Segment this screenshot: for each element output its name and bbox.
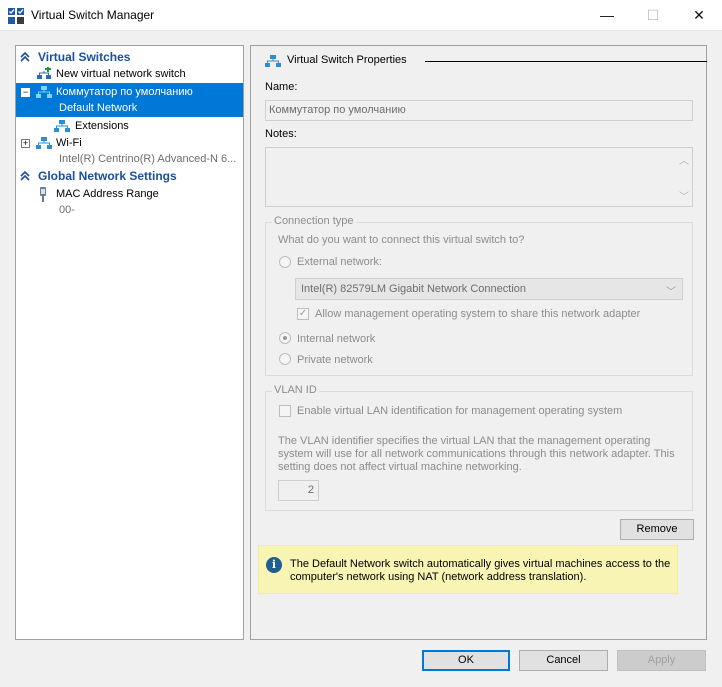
vlan-id-group: VLAN ID Enable virtual LAN identificatio… <box>265 384 693 511</box>
scroll-up-icon[interactable]: ︿ <box>679 152 689 167</box>
title-bar: Virtual Switch Manager — ☐ ✕ <box>0 0 722 31</box>
tree-item-new-switch[interactable]: New virtual network switch <box>16 65 243 83</box>
adapter-value: Intel(R) 82579LM Gigabit Network Connect… <box>301 283 527 295</box>
double-chevron-up-icon[interactable] <box>19 170 31 182</box>
notes-field[interactable]: ︿ ﹀ <box>265 147 693 207</box>
header-divider <box>425 61 707 62</box>
extensions-label: Extensions <box>75 120 129 132</box>
double-chevron-up-icon[interactable] <box>19 51 31 63</box>
vlan-id-field[interactable]: 2 <box>278 480 319 501</box>
section-header-virtual-switches[interactable]: Virtual Switches <box>16 48 243 66</box>
scroll-down-icon[interactable]: ﹀ <box>679 188 689 203</box>
global-settings-label: Global Network Settings <box>38 169 177 183</box>
private-network-label: Private network <box>297 354 373 366</box>
expand-expander[interactable]: + <box>21 139 30 148</box>
ok-button[interactable]: OK <box>422 650 510 671</box>
minimize-button[interactable]: — <box>584 0 630 30</box>
network-switch-icon <box>265 55 281 67</box>
tree-item-default-switch[interactable]: − Коммутатор по умолчанию Default Networ… <box>16 83 243 117</box>
connection-type-group: Connection type What do you want to conn… <box>265 215 693 376</box>
section-header-global-settings[interactable]: Global Network Settings <box>16 167 243 185</box>
connection-question: What do you want to connect this virtual… <box>278 234 525 246</box>
close-button[interactable]: ✕ <box>676 0 722 30</box>
info-text: The Default Network switch automatically… <box>290 558 671 583</box>
apply-button[interactable]: Apply <box>617 650 706 671</box>
enable-vlan-label: Enable virtual LAN identification for ma… <box>297 405 623 417</box>
vlan-title: VLAN ID <box>272 384 319 396</box>
mac-address-plug-icon <box>40 187 46 202</box>
internal-network-label: Internal network <box>297 333 376 345</box>
new-switch-label: New virtual network switch <box>56 68 186 80</box>
info-icon: i <box>266 557 282 573</box>
private-network-radio[interactable] <box>279 353 291 365</box>
external-network-radio[interactable] <box>279 256 291 268</box>
tree-item-mac-range[interactable]: MAC Address Range 00- <box>16 185 243 219</box>
virtual-switch-manager-icon <box>8 8 24 24</box>
wifi-adapter-label: Intel(R) Centrino(R) Advanced-N 6... <box>59 153 237 165</box>
switch-properties-panel: Virtual Switch Properties Name: Коммутат… <box>250 45 707 640</box>
notes-label: Notes: <box>265 128 297 140</box>
add-network-switch-icon <box>37 67 51 79</box>
tree-item-extensions[interactable]: Extensions <box>16 117 243 135</box>
network-switch-icon <box>36 137 52 149</box>
maximize-button[interactable]: ☐ <box>630 0 676 30</box>
allow-mgmt-checkbox[interactable]: ✓ <box>297 308 309 320</box>
vlan-description: The VLAN identifier specifies the virtua… <box>278 435 675 473</box>
switch-tree-panel: Virtual Switches New virtual network swi… <box>15 45 244 640</box>
virtual-switches-label: Virtual Switches <box>38 50 131 64</box>
network-switch-icon <box>54 120 70 132</box>
connection-type-title: Connection type <box>272 215 356 227</box>
name-field[interactable]: Коммутатор по умолчанию <box>265 100 693 121</box>
chevron-down-icon: ﹀ <box>666 287 676 298</box>
remove-button[interactable]: Remove <box>620 519 694 540</box>
external-network-label: External network: <box>297 256 382 268</box>
internal-network-radio[interactable] <box>279 332 291 344</box>
default-switch-sub: Default Network <box>59 102 138 114</box>
name-label: Name: <box>265 81 298 93</box>
info-bar: i The Default Network switch automatical… <box>258 545 678 594</box>
allow-mgmt-label: Allow management operating system to sha… <box>315 308 641 320</box>
collapse-expander[interactable]: − <box>21 88 30 97</box>
enable-vlan-checkbox[interactable] <box>279 405 291 417</box>
properties-header: Virtual Switch Properties <box>265 53 707 69</box>
network-switch-icon <box>36 86 52 98</box>
tree-item-wifi[interactable]: + Wi-Fi Intel(R) Centrino(R) Advanced-N … <box>16 134 243 168</box>
adapter-dropdown[interactable]: Intel(R) 82579LM Gigabit Network Connect… <box>295 278 683 300</box>
properties-title: Virtual Switch Properties <box>287 54 407 66</box>
cancel-button[interactable]: Cancel <box>519 650 608 671</box>
window-title: Virtual Switch Manager <box>31 8 155 22</box>
mac-range-value: 00- <box>59 204 75 216</box>
